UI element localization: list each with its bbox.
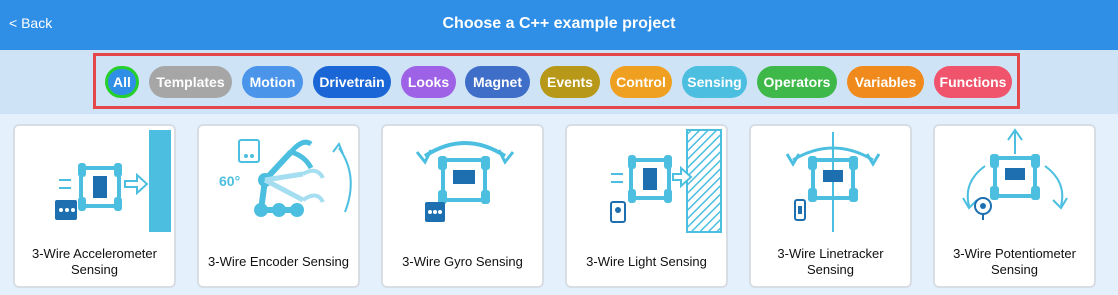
angle-label: 60° [219,173,240,189]
filter-chip-variables[interactable]: Variables [847,66,924,98]
filter-chip-motion[interactable]: Motion [242,66,303,98]
project-card-potentiometer[interactable]: 3-Wire Potentiometer Sensing [933,124,1096,288]
filter-chip-looks[interactable]: Looks [401,66,456,98]
project-card-label: 3-Wire Light Sensing [586,254,707,269]
filter-chip-operators[interactable]: Operators [757,66,837,98]
gyro-icon [415,141,515,222]
project-card-encoder[interactable]: 60° 3-Wire Encoder Sensing [197,124,360,288]
project-card-label: 3-Wire Linetracker Sensing [777,246,884,277]
project-card-light[interactable]: 3-Wire Light Sensing [565,124,728,288]
filter-chip-magnet[interactable]: Magnet [465,66,530,98]
filter-chip-all[interactable]: All [105,66,139,98]
page-title: Choose a C++ example project [442,15,676,32]
filter-chip-functions[interactable]: Functions [934,66,1012,98]
top-header: < Back Choose a C++ example project [0,0,1118,50]
project-card-label: 3-Wire Potentiometer Sensing [953,246,1076,277]
filter-chip-drivetrain[interactable]: Drivetrain [313,66,391,98]
filter-chip-sensing[interactable]: Sensing [682,66,747,98]
filter-chip-control[interactable]: Control [610,66,672,98]
project-card-gyro[interactable]: 3-Wire Gyro Sensing [381,124,544,288]
filter-chip-templates[interactable]: Templates [149,66,232,98]
project-card-accelerometer[interactable]: 3-Wire Accelerometer Sensing [13,124,176,288]
project-card-label: 3-Wire Accelerometer Sensing [32,246,157,277]
project-card-label: 3-Wire Gyro Sensing [402,254,523,269]
project-card-linetracker[interactable]: 3-Wire Linetracker Sensing [749,124,912,288]
encoder-arm-icon: 60° [219,139,352,217]
light-sensor-icon [610,129,722,233]
project-card-label: 3-Wire Encoder Sensing [208,254,349,269]
filter-chip-events[interactable]: Events [540,66,600,98]
linetracker-icon [785,132,881,232]
accelerometer-icon [55,130,171,232]
potentiometer-icon [962,128,1068,220]
